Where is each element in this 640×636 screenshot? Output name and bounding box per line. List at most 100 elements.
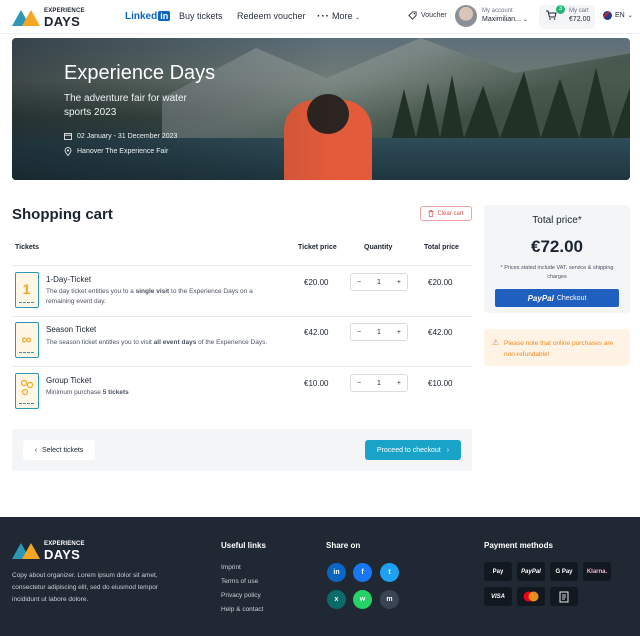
nav-buy-tickets[interactable]: Buy tickets [179,11,223,21]
quantity-stepper[interactable]: − 1 + [350,323,408,341]
account-name[interactable]: Maximilian... ⌄ [482,16,528,23]
share-heading: Share on [326,541,361,550]
ticket-description: The day ticket entitles you to a single … [46,288,253,305]
klarna-icon: Klarna. [583,562,611,581]
voucher-label: Voucher [421,12,447,19]
ticket-name: 1-Day-Ticket [46,275,92,284]
footer-link-help[interactable]: Help & contact [221,606,263,613]
invoice-icon [550,587,578,606]
visa-icon: VISA [484,587,512,606]
language-label: EN [615,12,625,19]
location-pin-icon [64,147,72,156]
nav-redeem-voucher[interactable]: Redeem voucher [237,11,306,21]
account-name-text: Maximilian... [482,16,521,23]
season-ticket-icon: ∞ [15,322,39,358]
plus-button[interactable]: + [397,329,401,336]
day-ticket-icon: 1 [15,272,39,308]
price-note: * Prices stated include VAT, service & s… [500,265,614,280]
hero-date-text: 02 January - 31 December 2023 [77,132,178,140]
voucher-button[interactable]: Voucher [408,11,447,20]
select-tickets-label: Select tickets [42,446,84,454]
logo[interactable]: EXPERIENCE DAYS [12,6,92,29]
twitter-share-icon[interactable]: t [380,563,399,582]
proceed-label: Proceed to checkout [376,446,441,454]
divider [12,316,472,317]
ticket-name: Group Ticket [46,376,92,385]
ticket-total: €10.00 [428,379,453,388]
ticket-total: €20.00 [428,278,453,287]
facebook-share-icon[interactable]: f [353,563,372,582]
quantity-value[interactable]: 1 [377,329,381,336]
trash-icon [428,210,434,217]
linkedin-in-badge: in [158,11,171,21]
plus-button[interactable]: + [397,380,401,387]
proceed-to-checkout-button[interactable]: Proceed to checkout › [365,440,461,460]
logo-mark-icon [12,10,40,26]
refund-notice-text: Please note that online purchases are no… [504,340,614,358]
hero-location: Hanover The Experience Fair [64,147,168,156]
chevron-down-icon: ⌄ [522,17,528,23]
quantity-value[interactable]: 1 [377,279,381,286]
hero-location-text: Hanover The Experience Fair [77,148,169,155]
cart-total: €72.00 [569,16,591,23]
minus-button[interactable]: − [357,279,361,286]
email-share-icon[interactable]: m [380,590,399,609]
ticket-description: The season ticket entitles you to visit … [46,339,268,346]
ticket-price: €10.00 [304,379,329,388]
footer-link-terms[interactable]: Terms of use [221,578,258,585]
top-header: EXPERIENCE DAYS Linked in Buy tickets Red… [0,0,640,34]
paypal-icon: PayPal [517,562,545,581]
chevron-right-icon: › [446,446,450,454]
ticket-price: €42.00 [304,328,329,337]
hero-date: 02 January - 31 December 2023 [64,132,177,140]
account-label[interactable]: My account [482,8,513,14]
footer-link-imprint[interactable]: Imprint [221,564,241,571]
logo-mark-icon [12,543,40,559]
cart-count-badge: 3 [556,5,565,14]
avatar[interactable] [455,5,477,27]
xing-share-icon[interactable]: x [327,590,346,609]
chevron-down-icon: ⌄ [627,13,633,19]
minus-button[interactable]: − [357,329,361,336]
payment-heading: Payment methods [484,541,553,550]
quantity-stepper[interactable]: − 1 + [350,273,408,291]
clear-cart-button[interactable]: Clear cart [420,206,472,221]
plus-button[interactable]: + [397,279,401,286]
hero-title: Experience Days [64,62,216,84]
quantity-value[interactable]: 1 [377,380,381,387]
nav-linkedin[interactable]: Linked in [125,11,171,22]
footer-link-privacy[interactable]: Privacy policy [221,592,261,599]
col-header-price: Ticket price [298,244,337,251]
group-icon [20,379,34,396]
col-header-tickets: Tickets [15,244,39,251]
chevron-left-icon: ‹ [34,446,38,454]
calendar-icon [64,133,72,140]
linkedin-text: Linked [125,11,158,22]
ticket-price: €20.00 [304,278,329,287]
col-header-quantity: Quantity [364,244,393,251]
ticket-name: Season Ticket [46,325,97,334]
more-dots-icon[interactable]: ··· [317,11,330,22]
paypal-checkout-button[interactable]: PayPal Checkout [495,289,619,307]
hero-subtitle: The adventure fair for water sports 2023 [64,93,187,118]
nav-more[interactable]: More ⌄ [332,11,360,21]
col-header-total: Total price [424,244,459,251]
whatsapp-share-icon[interactable]: w [353,590,372,609]
language-selector[interactable]: EN ⌄ [603,11,633,20]
total-price-value: €72.00 [531,237,583,256]
total-price-label: Total price* [532,215,582,226]
cart-label: My cart [569,8,589,14]
select-tickets-button[interactable]: ‹ Select tickets [23,440,95,460]
apple-pay-icon: Pay [484,562,512,581]
tag-icon [408,11,417,20]
ticket-description: Minimum purchase 5 tickets [46,389,129,396]
minus-button[interactable]: − [357,380,361,387]
group-ticket-icon [15,373,39,409]
paypal-logo: PayPal [527,293,554,303]
footer-logo-big: DAYS [44,547,81,562]
footer-logo[interactable]: EXPERIENCE DAYS [12,539,92,562]
footer-about-text: Copy about organizer. Lorem ipsum dolor … [12,572,158,603]
linkedin-share-icon[interactable]: in [327,563,346,582]
quantity-stepper[interactable]: − 1 + [350,374,408,392]
chevron-down-icon: ⌄ [355,15,361,21]
